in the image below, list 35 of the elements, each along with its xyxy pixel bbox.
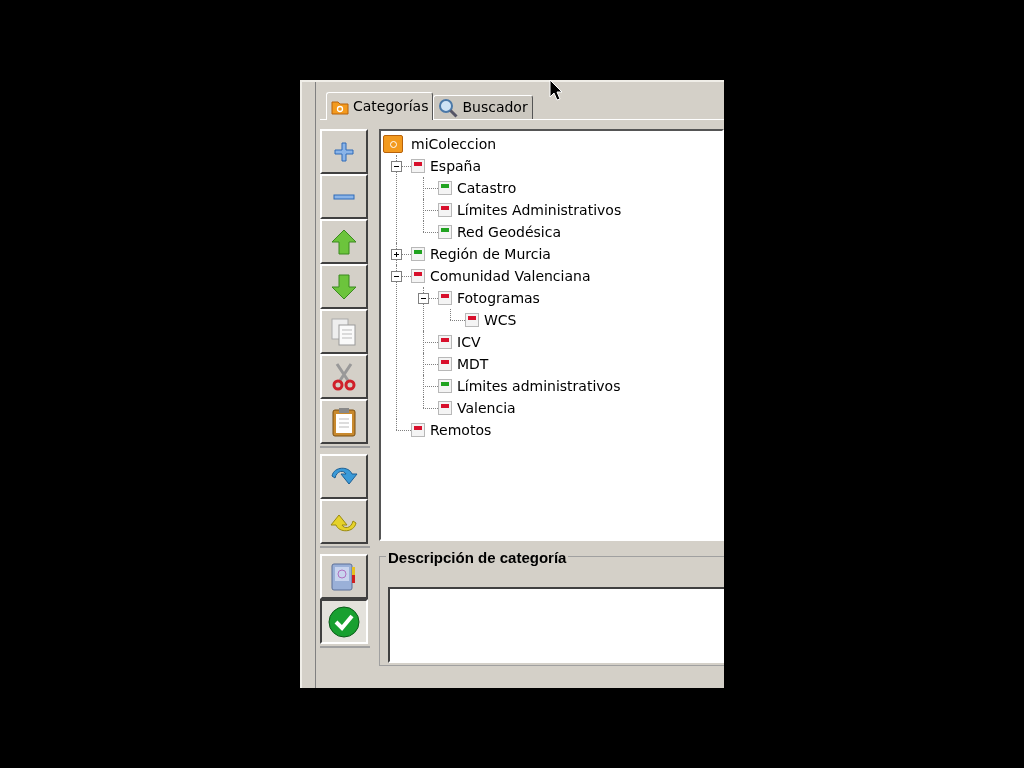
tree-item-label[interactable]: Valencia — [455, 397, 518, 419]
collapse-toggle[interactable] — [418, 292, 429, 304]
expand-toggle[interactable] — [391, 248, 402, 260]
tree-item-label[interactable]: Comunidad Valenciana — [428, 265, 593, 287]
tree-item-label[interactable]: Catastro — [455, 177, 519, 199]
tree-item-label[interactable]: Red Geodésica — [455, 221, 564, 243]
tree-item-label[interactable]: Límites administrativos — [455, 375, 623, 397]
tree-item-label[interactable]: WCS — [482, 309, 519, 331]
collapse-toggle[interactable] — [391, 270, 402, 282]
arrow-up-icon — [331, 228, 357, 255]
address-book-icon — [330, 561, 358, 592]
copy-icon — [331, 317, 357, 346]
tree-item-label[interactable]: Remotos — [428, 419, 494, 441]
tab[interactable]: Categorías — [326, 92, 434, 120]
scissors-icon — [331, 361, 357, 392]
tree-item-label[interactable]: miColeccion — [411, 133, 497, 155]
tree-item-label[interactable]: MDT — [455, 353, 491, 375]
collapse-toggle[interactable] — [391, 160, 402, 172]
plus-icon — [333, 140, 355, 163]
toolbar-button[interactable] — [320, 599, 368, 644]
arrow-down-icon — [331, 273, 357, 300]
tree-item-label[interactable]: Fotogramas — [455, 287, 542, 309]
tree-item-label[interactable]: España — [428, 155, 484, 177]
search-icon — [438, 97, 459, 118]
tree-item-label[interactable]: ICV — [455, 331, 483, 353]
description-field[interactable] — [388, 587, 724, 663]
folder-icon — [331, 98, 349, 115]
check-icon — [328, 605, 360, 638]
mouse-pointer-icon — [549, 79, 563, 101]
clipboard-icon — [332, 406, 356, 437]
minus-icon — [333, 193, 355, 200]
tree-item-label[interactable]: Límites Administrativos — [455, 199, 624, 221]
tab[interactable]: Buscador — [433, 95, 533, 119]
folder-icon — [383, 135, 403, 153]
tree-item-label[interactable]: Región de Murcia — [428, 243, 553, 265]
